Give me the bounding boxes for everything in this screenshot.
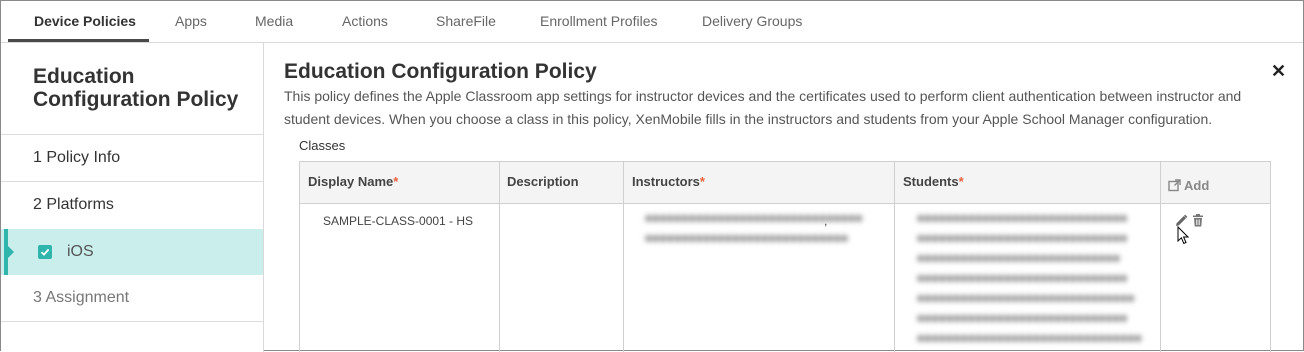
- sidebar-item-ios[interactable]: iOS: [1, 229, 263, 275]
- sidebar-item-platforms[interactable]: 2 Platforms: [1, 182, 263, 228]
- divider: [1, 321, 263, 322]
- sidebar-item-policy-info[interactable]: 1 Policy Info: [1, 135, 263, 181]
- redacted-email: ■■■■■■■■■■■■■■■■■■■■■■■■■■■■■■: [917, 291, 1135, 305]
- column-divider: [499, 162, 500, 352]
- instructors-list: ■■■■■■■■■■■■■■■■■■■■■■■■■■■■■■ ■■■■■■■■■…: [645, 208, 862, 248]
- classes-label: Classes: [299, 138, 346, 153]
- column-header-display-name: Display Name*: [308, 174, 399, 189]
- column-divider: [623, 162, 624, 352]
- column-header-description: Description: [507, 174, 579, 189]
- policy-description: This policy defines the Apple Classroom …: [284, 88, 1242, 127]
- sidebar-item-label: iOS: [67, 243, 94, 260]
- checkbox-checked-icon[interactable]: [38, 245, 52, 259]
- classes-table: Display Name* Description Instructors* S…: [299, 161, 1271, 352]
- class-display-name: SAMPLE-CLASS-0001 - HS: [323, 214, 474, 228]
- delete-icon[interactable]: [1192, 214, 1204, 232]
- sidebar-item-label: 3 Assignment: [33, 289, 130, 306]
- redacted-email: ■■■■■■■■■■■■■■■■■■■■■■■■■■■■■■■: [917, 331, 1142, 345]
- redacted-email: ■■■■■■■■■■■■■■■■■■■■■■■■■■■■■: [917, 271, 1128, 285]
- tab-actions[interactable]: Actions: [342, 13, 388, 29]
- redacted-email: ■■■■■■■■■■■■■■■■■■■■■■■■■■■■■: [917, 311, 1128, 325]
- main-panel: Education Configuration Policy ✕ This po…: [264, 43, 1303, 352]
- column-header-instructors: Instructors*: [632, 174, 705, 189]
- sidebar-title: Education Configuration Policy: [33, 65, 239, 111]
- sidebar-item-label: 1 Policy Info: [33, 149, 121, 166]
- instructors-separator: ,: [824, 214, 828, 228]
- page-title: Education Configuration Policy: [284, 60, 597, 83]
- tab-media[interactable]: Media: [255, 13, 293, 29]
- add-button[interactable]: Add: [1168, 178, 1209, 193]
- students-list: ■■■■■■■■■■■■■■■■■■■■■■■■■■■■■ ■■■■■■■■■■…: [917, 208, 1142, 348]
- top-navigation: Device Policies Apps Media Actions Share…: [1, 1, 1303, 43]
- column-divider: [1160, 162, 1161, 352]
- column-divider: [894, 162, 895, 352]
- mouse-pointer-icon: [1177, 225, 1190, 250]
- tab-device-policies[interactable]: Device Policies: [34, 13, 136, 29]
- redacted-email: ■■■■■■■■■■■■■■■■■■■■■■■■■■■■■: [917, 231, 1128, 245]
- tab-sharefile[interactable]: ShareFile: [436, 13, 496, 29]
- wizard-sidebar: Education Configuration Policy 1 Policy …: [1, 43, 264, 352]
- redacted-email: ■■■■■■■■■■■■■■■■■■■■■■■■■■■■: [917, 251, 1120, 265]
- active-tab-indicator: [8, 39, 149, 42]
- tab-apps[interactable]: Apps: [175, 13, 207, 29]
- redacted-email: ■■■■■■■■■■■■■■■■■■■■■■■■■■■■■■: [645, 211, 863, 225]
- sidebar-item-assignment[interactable]: 3 Assignment: [1, 275, 263, 321]
- redacted-email: ■■■■■■■■■■■■■■■■■■■■■■■■■■■■■: [917, 211, 1128, 225]
- tab-delivery-groups[interactable]: Delivery Groups: [702, 13, 802, 29]
- column-header-students: Students*: [903, 174, 964, 189]
- add-icon: [1168, 179, 1181, 192]
- close-icon[interactable]: ✕: [1271, 61, 1286, 82]
- selection-arrow-icon: [8, 246, 14, 258]
- sidebar-item-label: 2 Platforms: [33, 196, 114, 213]
- tab-enrollment-profiles[interactable]: Enrollment Profiles: [540, 13, 658, 29]
- redacted-email: ■■■■■■■■■■■■■■■■■■■■■■■■■■■■: [645, 231, 848, 245]
- table-header: Display Name* Description Instructors* S…: [300, 162, 1270, 204]
